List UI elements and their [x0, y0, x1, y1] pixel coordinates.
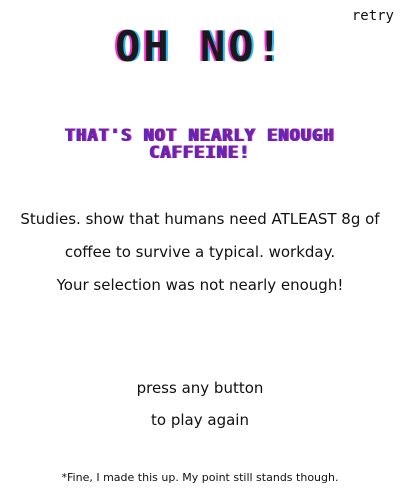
footnote: *Fine, I made this up. My point still st…	[61, 471, 339, 484]
result-message: Studies. show that humans need ATLEAST 8…	[0, 206, 400, 305]
play-again-prompt: press any button to play again	[0, 376, 400, 440]
play-again-line-1: press any button	[136, 379, 264, 397]
caffeine-warning-line-2: CAFFEINE!	[149, 143, 251, 163]
play-again-line-2: to play again	[151, 411, 249, 429]
caffeine-warning-heading: THAT'S NOT NEARLY ENOUGH CAFFEINE!	[10, 128, 390, 162]
result-message-line-3: Your selection was not nearly enough!	[56, 276, 344, 294]
game-over-title: OH NO!	[115, 22, 285, 71]
result-message-line-2: coffee to survive a typical. workday.	[64, 243, 336, 261]
result-message-line-1: Studies. show that humans need ATLEAST 8…	[20, 210, 380, 228]
retry-button[interactable]: retry	[352, 8, 394, 24]
